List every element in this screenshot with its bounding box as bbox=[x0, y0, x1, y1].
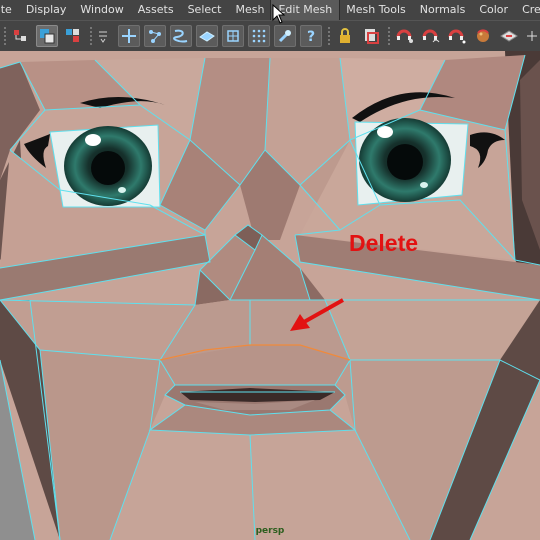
toolbar-separator bbox=[328, 27, 330, 46]
menu-normals[interactable]: Normals bbox=[413, 0, 473, 20]
face-mesh[interactable] bbox=[0, 51, 540, 540]
toolbar-separator bbox=[4, 27, 6, 46]
point-snap-icon[interactable] bbox=[446, 25, 468, 47]
camera-label: persp bbox=[255, 526, 285, 536]
uv-mode-icon[interactable] bbox=[222, 25, 244, 47]
status-toolbar: ? bbox=[0, 20, 540, 51]
menu-create[interactable]: ate bbox=[0, 0, 19, 20]
persp-viewport[interactable]: persp bbox=[0, 51, 540, 540]
menu-mesh-tools[interactable]: Mesh Tools bbox=[339, 0, 413, 20]
paint-select-icon[interactable] bbox=[274, 25, 296, 47]
select-by-hierarchy-icon[interactable] bbox=[10, 25, 32, 47]
edge-mode-icon[interactable] bbox=[144, 25, 166, 47]
menu-create-uvs[interactable]: Create UVs bbox=[515, 0, 540, 20]
menu-color[interactable]: Color bbox=[472, 0, 515, 20]
toolbar-separator bbox=[90, 27, 92, 46]
menu-select[interactable]: Select bbox=[181, 0, 229, 20]
view-plane-icon[interactable] bbox=[498, 25, 520, 47]
menu-assets[interactable]: Assets bbox=[131, 0, 181, 20]
mouse-cursor-icon bbox=[272, 4, 286, 24]
svg-text:?: ? bbox=[307, 29, 315, 44]
menu-mesh[interactable]: Mesh bbox=[229, 0, 272, 20]
magnet-snap-icon[interactable] bbox=[394, 25, 416, 47]
main-menubar: ate Display Window Assets Select Mesh Ed… bbox=[0, 0, 540, 20]
vertex-mode-icon[interactable] bbox=[118, 25, 140, 47]
multi-component-icon[interactable] bbox=[248, 25, 270, 47]
live-surface-icon[interactable] bbox=[472, 25, 494, 47]
delete-annotation: Delete bbox=[349, 230, 419, 256]
curve-mode-icon[interactable] bbox=[170, 25, 192, 47]
curve-snap-icon[interactable] bbox=[420, 25, 442, 47]
lock-icon[interactable] bbox=[334, 25, 356, 47]
menu-display[interactable]: Display bbox=[19, 0, 74, 20]
menu-toggle-icon[interactable] bbox=[96, 25, 110, 47]
menu-window[interactable]: Window bbox=[73, 0, 130, 20]
help-icon[interactable]: ? bbox=[300, 25, 322, 47]
toolbar-separator bbox=[388, 27, 390, 46]
extra-tool-icon[interactable] bbox=[524, 25, 540, 47]
snap-to-icon[interactable] bbox=[360, 25, 382, 47]
select-by-component-icon[interactable] bbox=[62, 25, 84, 47]
select-by-object-icon[interactable] bbox=[36, 25, 58, 47]
face-mode-icon[interactable] bbox=[196, 25, 218, 47]
